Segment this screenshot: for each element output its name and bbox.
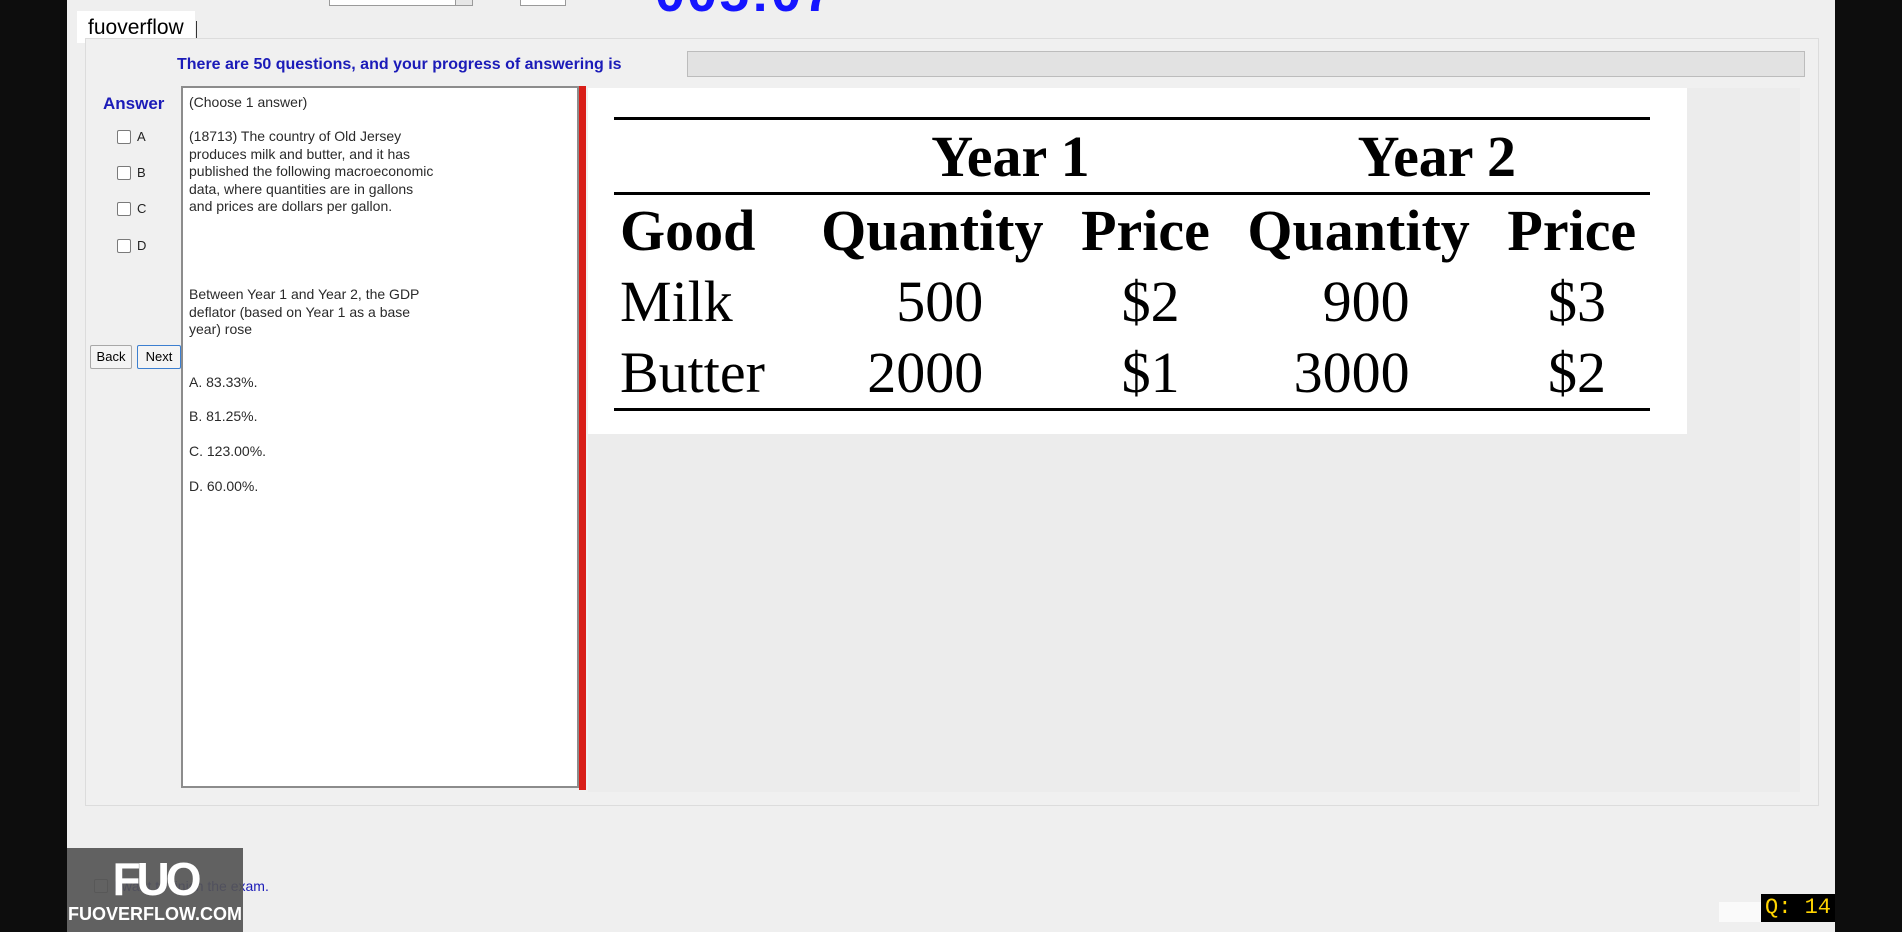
progress-text: There are 50 questions, and your progres…	[177, 56, 622, 73]
table-row: Butter 2000 $1 3000 $2	[614, 337, 1650, 411]
next-button[interactable]: Next	[137, 345, 181, 369]
option-label: A	[137, 129, 146, 144]
table-year-header-row: Year 1 Year 2	[614, 118, 1650, 194]
option-label: C	[137, 201, 147, 216]
choice-b: B. 81.25%.	[189, 408, 258, 424]
cell-quantity-y1: 500	[896, 269, 984, 334]
question-panel[interactable]: (Choose 1 answer) (18713) The country of…	[181, 86, 579, 788]
back-button[interactable]: Back	[90, 345, 132, 369]
choice-a: A. 83.33%.	[189, 374, 258, 390]
answer-option-b[interactable]: B	[117, 165, 146, 180]
logo-mark: FUO	[112, 853, 201, 905]
checkbox[interactable]	[117, 129, 131, 144]
option-label: B	[137, 165, 146, 180]
top-small-box[interactable]	[520, 0, 566, 6]
cell-price-y1: $1	[1067, 337, 1224, 411]
answer-label: Answer	[103, 94, 165, 113]
question-counter: Q: 14	[1761, 894, 1835, 922]
cell-good: Milk	[620, 269, 733, 334]
answer-option-c[interactable]: C	[117, 201, 146, 216]
counter-backdrop	[1719, 902, 1763, 922]
logo-text: FUOVERFLOW.COM	[68, 904, 242, 924]
table-column-header-row: Good Quantity Price Quantity Price	[614, 192, 1650, 266]
progress-bar	[687, 51, 1805, 77]
year2-header: Year 2	[1357, 123, 1517, 189]
table-corner	[614, 119, 797, 194]
choice-d: D. 60.00%.	[189, 478, 259, 494]
checkbox[interactable]	[117, 201, 131, 216]
cell-price-y2: $3	[1548, 269, 1606, 334]
cell-price-y1: $2	[1121, 269, 1180, 334]
cell-price-y2: $2	[1493, 337, 1650, 411]
col-good: Good	[614, 192, 798, 266]
top-combo-box[interactable]	[329, 0, 473, 6]
chevron-down-icon[interactable]	[455, 0, 472, 5]
answer-option-d[interactable]: D	[117, 238, 146, 253]
data-table: Year 1 Year 2 Good Quantity Price Quanti…	[614, 117, 1650, 411]
col-quantity-y2: Quantity	[1223, 192, 1494, 266]
exam-window: 005:07 fuoverflow There are 50 questions…	[67, 0, 1835, 932]
col-price-y2: Price	[1493, 192, 1650, 266]
question-stem: (18713) The country of Old Jersey produc…	[189, 128, 434, 214]
col-price-y1: Price	[1067, 192, 1224, 266]
year1-header: Year 1	[931, 123, 1090, 189]
option-label: D	[137, 238, 147, 253]
watermark-logo: FUO FUOVERFLOW.COM	[67, 848, 243, 932]
answer-option-a[interactable]: A	[117, 129, 146, 144]
choice-c: C. 123.00%.	[189, 443, 267, 459]
cell-good: Butter	[614, 337, 798, 411]
choose-instruction: (Choose 1 answer)	[189, 94, 308, 110]
cell-quantity-y2: 900	[1322, 269, 1410, 334]
question-prompt: Between Year 1 and Year 2, the GDP defla…	[189, 286, 420, 337]
checkbox[interactable]	[117, 165, 131, 180]
col-quantity-y1: Quantity	[797, 192, 1068, 266]
cell-quantity-y1: 2000	[797, 337, 1068, 411]
timer-display: 005:07	[655, 0, 835, 20]
checkbox[interactable]	[117, 238, 131, 253]
table-row: Milk 500 $2 900 $3	[614, 266, 1650, 337]
panel-splitter[interactable]	[579, 86, 586, 790]
cell-quantity-y2: 3000	[1223, 337, 1494, 411]
